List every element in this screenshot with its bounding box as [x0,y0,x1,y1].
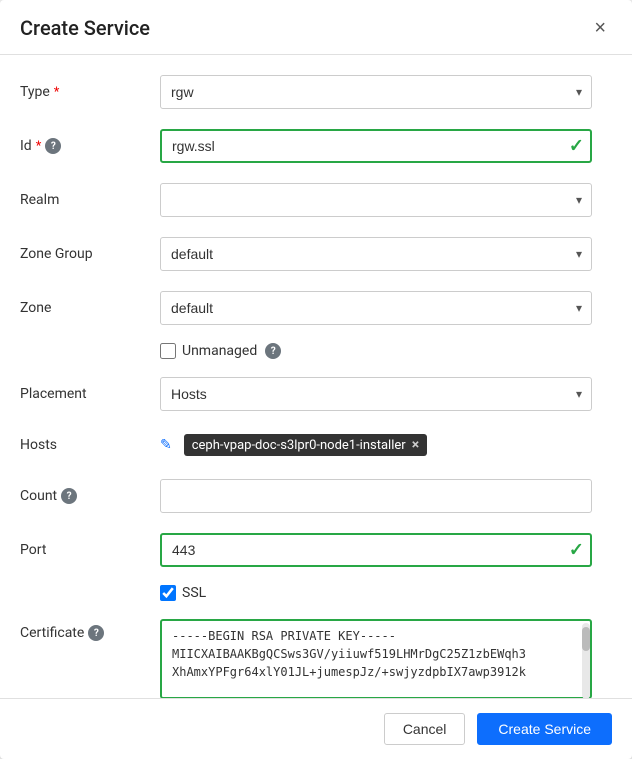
dialog-body: Type * rgw mon mgr osd ▾ Id * [0,55,632,698]
id-required: * [36,139,42,154]
placement-row: Placement Hosts Label Count ▾ [0,367,632,421]
zone-row: Zone default ▾ [0,281,632,335]
type-label: Type * [20,84,160,100]
realm-row: Realm ▾ [0,173,632,227]
certificate-scrollbar[interactable] [582,623,590,698]
dialog-title: Create Service [20,16,150,40]
id-valid-icon: ✓ [569,136,584,157]
hosts-edit-icon[interactable]: ✎ [160,437,172,453]
id-label: Id * ? [20,138,160,154]
port-row: Port ✓ [0,523,632,577]
realm-select-wrap: ▾ [160,183,592,217]
certificate-label: Certificate ? [20,619,160,641]
id-control: ✓ [160,129,592,163]
zone-group-control: default ▾ [160,237,592,271]
unmanaged-help-icon[interactable]: ? [265,343,281,359]
placement-control: Hosts Label Count ▾ [160,377,592,411]
port-input-wrap: ✓ [160,533,592,567]
cancel-button[interactable]: Cancel [384,713,466,745]
create-service-dialog: Create Service × Type * rgw mon mgr osd … [0,0,632,759]
zone-group-row: Zone Group default ▾ [0,227,632,281]
ssl-row: SSL [0,577,632,609]
realm-control: ▾ [160,183,592,217]
zone-select[interactable]: default [160,291,592,325]
count-input[interactable] [160,479,592,513]
dialog-footer: Cancel Create Service [0,698,632,759]
placement-select-wrap: Hosts Label Count ▾ [160,377,592,411]
zone-group-select-wrap: default ▾ [160,237,592,271]
zone-group-select[interactable]: default [160,237,592,271]
close-button[interactable]: × [588,16,612,40]
count-label: Count ? [20,488,160,504]
type-row: Type * rgw mon mgr osd ▾ [0,65,632,119]
certificate-control: -----BEGIN RSA PRIVATE KEY----- MIICXAIB… [160,619,592,698]
certificate-help-icon[interactable]: ? [88,625,104,641]
unmanaged-label[interactable]: Unmanaged [160,343,257,359]
host-tag-close-icon[interactable]: × [412,437,419,453]
type-control: rgw mon mgr osd ▾ [160,75,592,109]
id-help-icon[interactable]: ? [45,138,61,154]
zone-group-label: Zone Group [20,246,160,262]
zone-select-wrap: default ▾ [160,291,592,325]
placement-select[interactable]: Hosts Label Count [160,377,592,411]
hosts-label: Hosts [20,437,160,453]
host-tag-label: ceph-vpap-doc-s3lpr0-node1-installer [192,438,406,453]
id-row: Id * ? ✓ [0,119,632,173]
hosts-row: Hosts ✎ ceph-vpap-doc-s3lpr0-node1-insta… [0,421,632,469]
id-input-wrap: ✓ [160,129,592,163]
unmanaged-checkbox[interactable] [160,343,176,359]
port-label: Port [20,542,160,558]
hosts-control: ✎ ceph-vpap-doc-s3lpr0-node1-installer × [160,434,592,456]
count-row: Count ? [0,469,632,523]
certificate-scrollbar-thumb [582,627,590,651]
ssl-label[interactable]: SSL [160,585,206,601]
zone-label: Zone [20,300,160,316]
certificate-row: Certificate ? -----BEGIN RSA PRIVATE KEY… [0,609,632,698]
hosts-wrap: ✎ ceph-vpap-doc-s3lpr0-node1-installer × [160,434,592,456]
create-service-button[interactable]: Create Service [477,713,612,745]
count-control [160,479,592,513]
count-help-icon[interactable]: ? [61,488,77,504]
port-control: ✓ [160,533,592,567]
type-select[interactable]: rgw mon mgr osd [160,75,592,109]
host-tag: ceph-vpap-doc-s3lpr0-node1-installer × [184,434,427,456]
type-required: * [54,85,60,100]
type-select-wrap: rgw mon mgr osd ▾ [160,75,592,109]
ssl-checkbox[interactable] [160,585,176,601]
placement-label: Placement [20,386,160,402]
certificate-textarea[interactable]: -----BEGIN RSA PRIVATE KEY----- MIICXAIB… [160,619,592,698]
unmanaged-row: Unmanaged ? [0,335,632,367]
realm-select[interactable] [160,183,592,217]
zone-control: default ▾ [160,291,592,325]
realm-label: Realm [20,192,160,208]
id-input[interactable] [160,129,592,163]
dialog-header: Create Service × [0,0,632,55]
port-valid-icon: ✓ [569,540,584,561]
port-input[interactable] [160,533,592,567]
